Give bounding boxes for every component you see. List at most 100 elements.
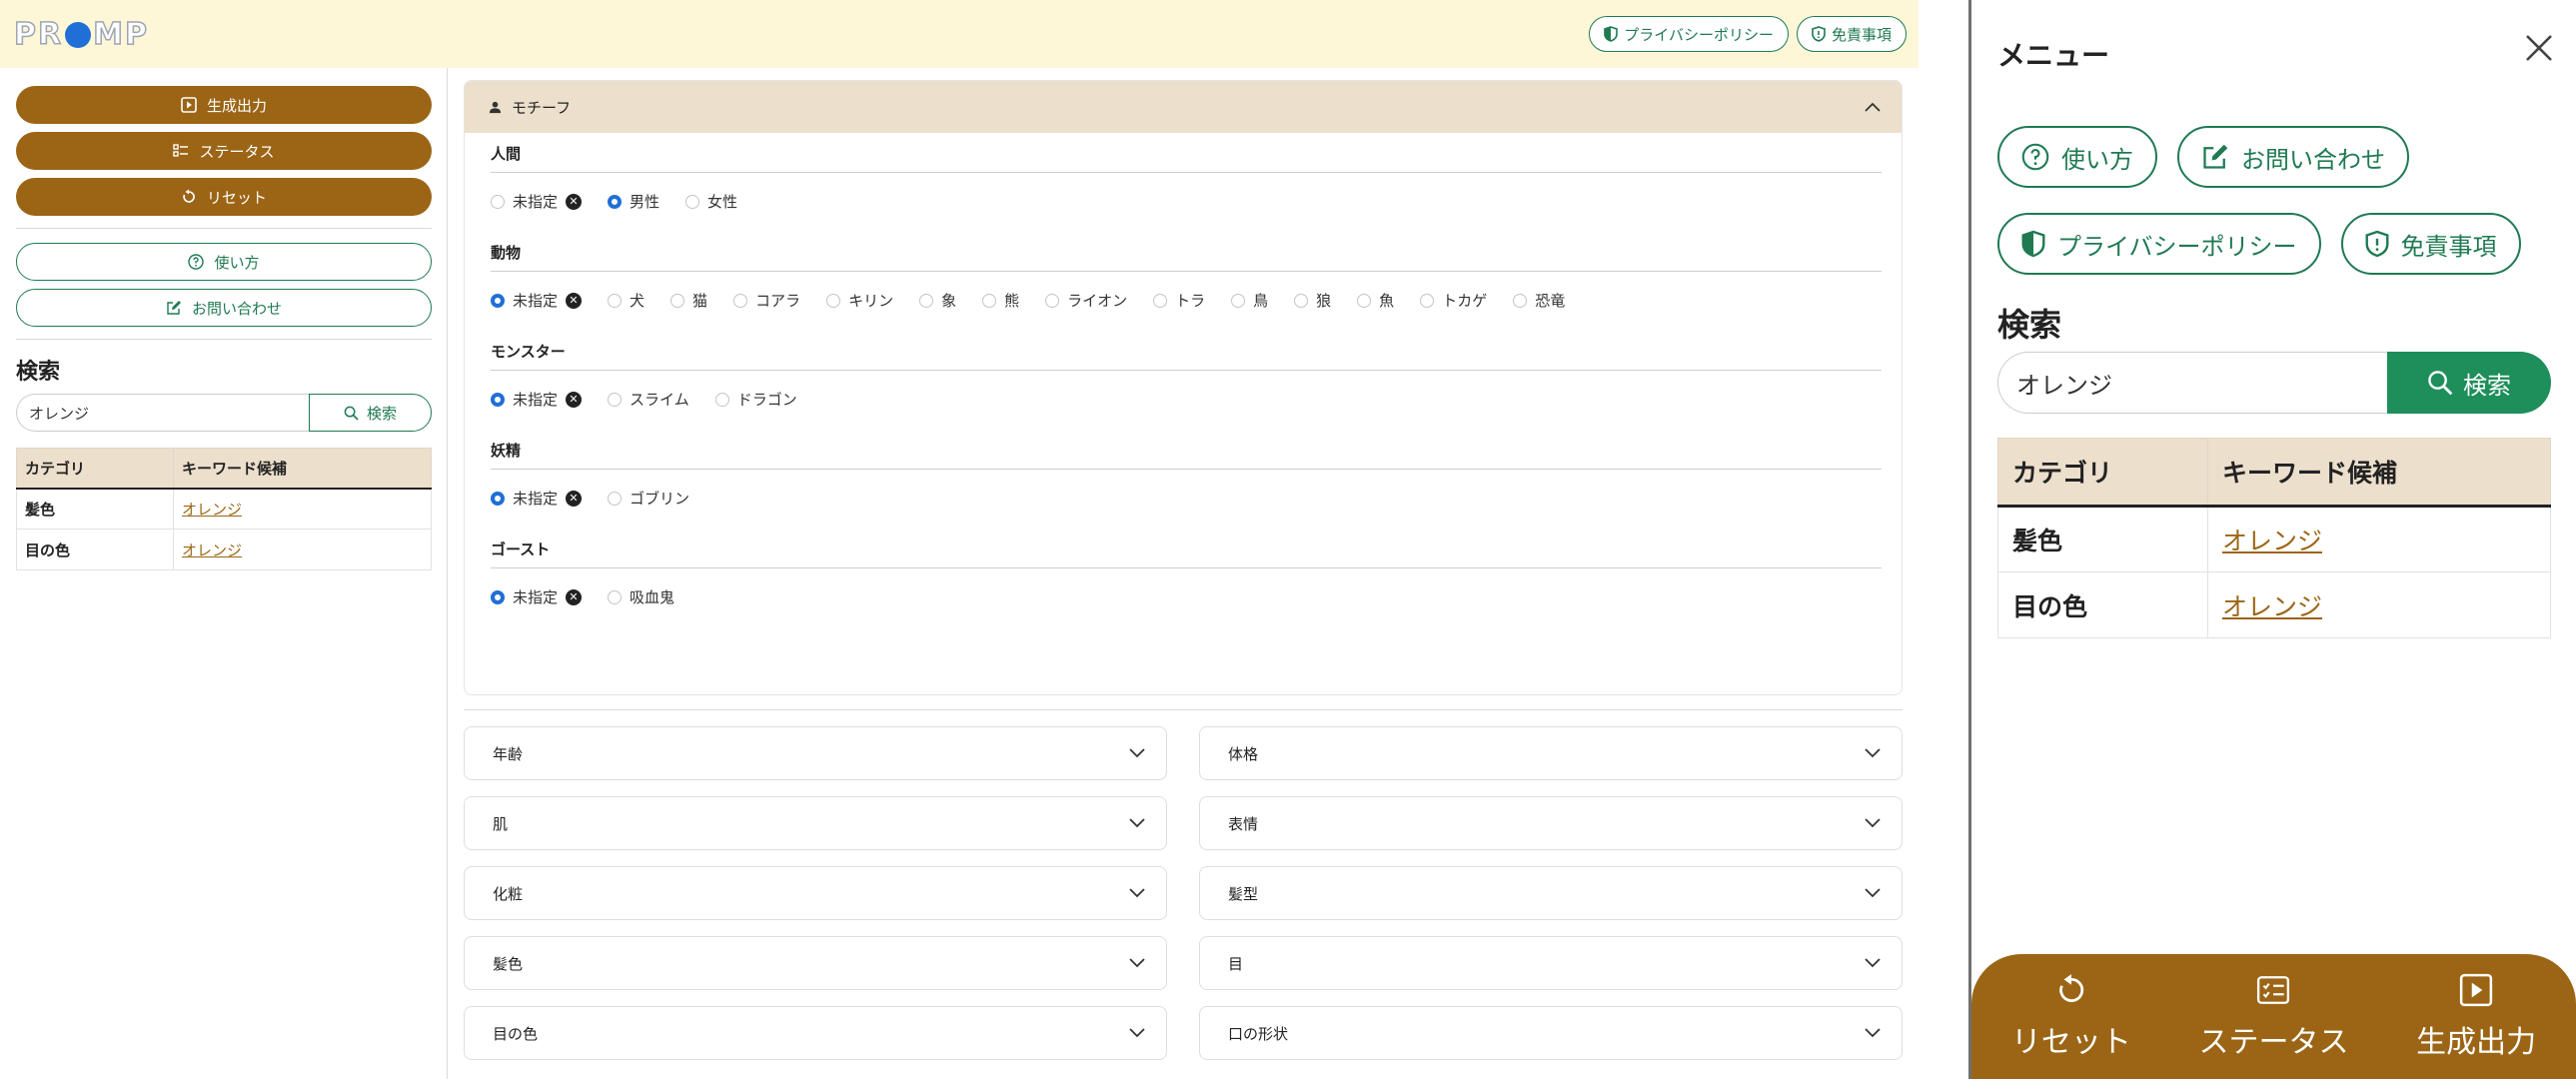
radio-option[interactable]: 未指定 ✕ [491, 586, 583, 607]
radio-unchecked-icon[interactable] [982, 293, 997, 308]
accordion-item[interactable]: 目の色 [464, 1006, 1167, 1060]
table-row: 髪色 オレンジ [16, 488, 432, 530]
accordion-item[interactable]: 化粧 [464, 866, 1167, 920]
radio-option[interactable]: 魚 [1357, 290, 1394, 311]
radio-unchecked-icon[interactable] [491, 194, 505, 209]
radio-unchecked-icon[interactable] [733, 293, 748, 308]
radio-option[interactable]: 猫 [670, 290, 707, 311]
radio-option[interactable]: 女性 [685, 191, 737, 212]
sidebar-search-input[interactable] [16, 394, 309, 432]
clear-x-icon[interactable]: ✕ [566, 292, 583, 309]
radio-unchecked-icon[interactable] [685, 194, 700, 209]
clear-x-icon[interactable]: ✕ [566, 391, 583, 408]
radio-option[interactable]: ゴブリン [608, 488, 689, 509]
drawer-privacy-button[interactable]: プライバシーポリシー [1997, 213, 2321, 275]
howto-button[interactable]: 使い方 [16, 243, 432, 281]
radio-unchecked-icon[interactable] [1153, 293, 1168, 308]
motif-header[interactable]: モチーフ [465, 81, 1902, 133]
sidebar-search-button[interactable]: 検索 [309, 394, 432, 432]
radio-label: トカゲ [1442, 292, 1488, 310]
radio-unchecked-icon[interactable] [670, 293, 685, 308]
radio-option[interactable]: 犬 [608, 290, 644, 311]
keyword-link[interactable]: オレンジ [182, 501, 242, 519]
radio-unchecked-icon[interactable] [1045, 293, 1060, 308]
drawer-contact-button[interactable]: お問い合わせ [2177, 126, 2409, 188]
accordion-item[interactable]: 目 [1199, 936, 1903, 990]
bottom-status-button[interactable]: ステータス [2198, 973, 2348, 1061]
keyword-link[interactable]: オレンジ [182, 541, 242, 559]
bottom-generate-button[interactable]: 生成出力 [2416, 973, 2536, 1061]
drawer-search-button[interactable]: 検索 [2387, 352, 2551, 414]
radio-option[interactable]: 未指定 ✕ [491, 389, 583, 410]
main-divider [464, 709, 1903, 710]
accordion-item[interactable]: 表情 [1199, 796, 1903, 850]
radio-unchecked-icon[interactable] [608, 293, 623, 308]
motif-group: 動物 未指定 ✕ 犬 猫 コアラ キリン 象 熊 ライオン トラ 鳥 狼 魚 トカゲ 恐竜 [491, 242, 1882, 311]
drawer-links-row-1: 使い方 お問い合わせ [1997, 126, 2557, 188]
header-privacy-button[interactable]: プライバシーポリシー [1589, 16, 1789, 52]
close-icon[interactable] [2521, 30, 2557, 66]
radio-option[interactable]: トカゲ [1420, 290, 1487, 311]
radio-unchecked-icon[interactable] [1294, 293, 1309, 308]
accordion-item[interactable]: 口の形状 [1199, 1006, 1903, 1060]
drawer-search-button-label: 検索 [2463, 371, 2511, 400]
radio-option[interactable]: キリン [826, 290, 893, 311]
radio-unchecked-icon[interactable] [1420, 293, 1435, 308]
clear-x-icon[interactable]: ✕ [566, 490, 583, 507]
chevron-down-icon [1865, 958, 1881, 968]
radio-unchecked-icon[interactable] [1357, 293, 1372, 308]
radio-option[interactable]: 象 [919, 290, 956, 311]
sidebar-keyword-table: カテゴリ キーワード候補 髪色 オレンジ 目の色 オレンジ [16, 448, 432, 570]
radio-option[interactable]: ドラゴン [714, 389, 797, 410]
radio-option[interactable]: コアラ [733, 290, 800, 311]
keyword-link[interactable]: オレンジ [2222, 527, 2322, 555]
bottom-reset-button[interactable]: リセット [2011, 973, 2131, 1061]
radio-checked-icon[interactable] [491, 589, 505, 604]
drawer-search-input[interactable] [1997, 352, 2387, 414]
status-button[interactable]: ステータス [16, 132, 432, 170]
header-disclaimer-button[interactable]: 免責事項 [1796, 16, 1907, 52]
radio-option[interactable]: 鳥 [1231, 290, 1268, 311]
logo[interactable]: PR MP [13, 16, 149, 53]
accordion-item[interactable]: 肌 [464, 796, 1167, 850]
radio-option[interactable]: 狼 [1294, 290, 1331, 311]
accordion-item[interactable]: 髪色 [464, 936, 1167, 990]
radio-checked-icon[interactable] [608, 194, 623, 209]
radio-unchecked-icon[interactable] [714, 392, 729, 407]
radio-option[interactable]: 熊 [982, 290, 1019, 311]
radio-option[interactable]: 男性 [608, 191, 659, 212]
radio-unchecked-icon[interactable] [1513, 293, 1528, 308]
radio-option[interactable]: スライム [608, 389, 689, 410]
radio-unchecked-icon[interactable] [608, 491, 623, 506]
accordion-item[interactable]: 体格 [1199, 726, 1903, 780]
contact-button[interactable]: お問い合わせ [16, 289, 432, 327]
radio-checked-icon[interactable] [491, 491, 505, 506]
radio-unchecked-icon[interactable] [919, 293, 934, 308]
radio-unchecked-icon[interactable] [608, 392, 623, 407]
radio-checked-icon[interactable] [491, 293, 505, 308]
chevron-down-icon [1129, 1028, 1145, 1038]
clear-x-icon[interactable]: ✕ [566, 588, 583, 605]
radio-option[interactable]: ライオン [1045, 290, 1127, 311]
chevron-down-icon [1129, 748, 1145, 758]
status-label: ステータス [199, 142, 275, 161]
radio-option[interactable]: 未指定 ✕ [491, 191, 583, 212]
radio-option[interactable]: 未指定 ✕ [491, 488, 583, 509]
radio-unchecked-icon[interactable] [826, 293, 841, 308]
radio-option[interactable]: 恐竜 [1513, 290, 1565, 311]
radio-option[interactable]: トラ [1153, 290, 1205, 311]
clear-x-icon[interactable]: ✕ [566, 193, 583, 210]
radio-checked-icon[interactable] [491, 392, 505, 407]
generate-output-button[interactable]: 生成出力 [16, 86, 432, 124]
radio-unchecked-icon[interactable] [608, 589, 623, 604]
radio-option[interactable]: 吸血鬼 [608, 586, 674, 607]
accordion-label: 年齢 [493, 744, 524, 763]
accordion-item[interactable]: 年齢 [464, 726, 1167, 780]
radio-unchecked-icon[interactable] [1231, 293, 1246, 308]
reset-button[interactable]: リセット [16, 178, 432, 216]
radio-option[interactable]: 未指定 ✕ [491, 290, 583, 311]
drawer-howto-button[interactable]: 使い方 [1997, 126, 2157, 188]
accordion-item[interactable]: 髪型 [1199, 866, 1903, 920]
drawer-disclaimer-button[interactable]: 免責事項 [2340, 213, 2521, 275]
keyword-link[interactable]: オレンジ [2222, 592, 2322, 621]
